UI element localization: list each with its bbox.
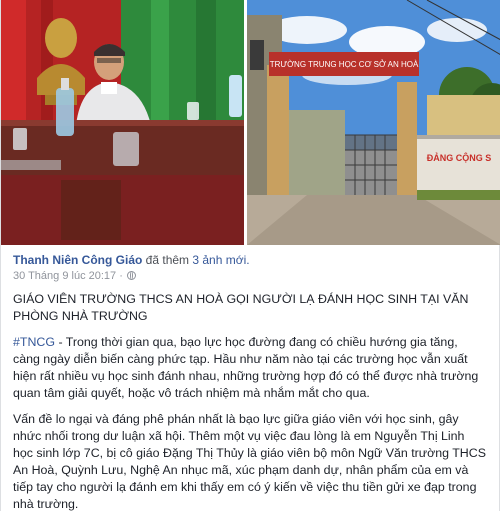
photo-office[interactable] <box>1 0 244 245</box>
post-timestamp[interactable]: 30 Tháng 9 lúc 20:17 · <box>13 270 123 282</box>
globe-icon[interactable] <box>126 271 136 280</box>
paragraph-1-text: - Trong thời gian qua, bạo lực học đường… <box>13 335 479 400</box>
photo-collage: TRƯỜNG TRUNG HỌC CƠ SỞ AN HOÀ ĐẢNG CỘNG … <box>1 0 500 245</box>
office-photo-graphic <box>1 0 244 245</box>
photo-count-link[interactable]: 3 ảnh mới. <box>192 253 249 267</box>
post-meta: 30 Tháng 9 lúc 20:17 · <box>13 269 489 284</box>
post-paragraph-1: #TNCG - Trong thời gian qua, bạo lực học… <box>13 334 487 402</box>
post-paragraph-2: Vấn đề lo ngại và đáng phê phán nhất là … <box>13 412 486 511</box>
author-line: Thanh Niên Công Giáo đã thêm 3 ảnh mới. <box>13 252 489 268</box>
photo-school-gate[interactable]: TRƯỜNG TRUNG HỌC CƠ SỞ AN HOÀ ĐẢNG CỘNG … <box>247 0 500 245</box>
hashtag-link[interactable]: #TNCG <box>13 335 55 349</box>
school-gate-graphic: TRƯỜNG TRUNG HỌC CƠ SỞ AN HOÀ ĐẢNG CỘNG … <box>247 0 500 245</box>
wall-slogan-text: ĐẢNG CỘNG S <box>427 152 492 163</box>
post-action: đã thêm <box>145 253 190 267</box>
post-header: Thanh Niên Công Giáo đã thêm 3 ảnh mới. … <box>13 252 489 284</box>
post-card: TRƯỜNG TRUNG HỌC CƠ SỞ AN HOÀ ĐẢNG CỘNG … <box>0 0 500 511</box>
post-headline: GIÁO VIÊN TRƯỜNG THCS AN HOÀ GỌI NGƯỜI L… <box>13 292 469 323</box>
post-body: GIÁO VIÊN TRƯỜNG THCS AN HOÀ GỌI NGƯỜI L… <box>13 291 487 522</box>
school-sign-text: TRƯỜNG TRUNG HỌC CƠ SỞ AN HOÀ <box>270 60 419 69</box>
author-name-link[interactable]: Thanh Niên Công Giáo <box>13 253 142 267</box>
